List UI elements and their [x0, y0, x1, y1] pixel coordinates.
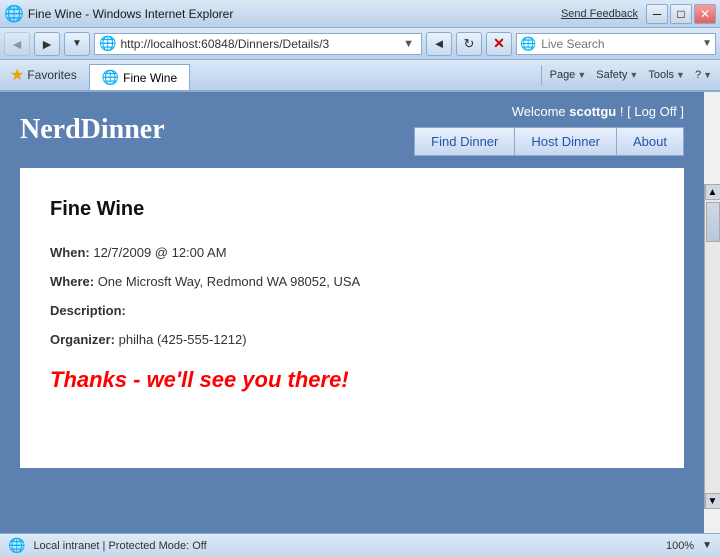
site-header: NerdDinner Welcome scottgu ! [ Log Off ]… — [0, 92, 704, 168]
when-value: 12/7/2009 @ 12:00 AM — [93, 245, 226, 260]
search-dropdown-arrow[interactable]: ▼ — [699, 38, 715, 49]
browser-window: 🌐 Fine Wine - Windows Internet Explorer … — [0, 0, 720, 557]
title-bar: 🌐 Fine Wine - Windows Internet Explorer … — [0, 0, 720, 28]
page-button[interactable]: Page ▼ — [546, 67, 591, 83]
zoom-dropdown-icon[interactable]: ▼ — [702, 540, 712, 551]
ie-search-icon: 🌐 — [517, 36, 539, 52]
navigation-bar: ◄ ► ▼ 🌐 http://localhost:60848/Dinners/D… — [0, 28, 720, 60]
minimize-button[interactable]: ─ — [646, 4, 668, 24]
address-text: http://localhost:60848/Dinners/Details/3 — [120, 37, 400, 51]
when-detail: When: 12/7/2009 @ 12:00 AM — [50, 245, 654, 260]
toolbar: ★ Favorites 🌐 Fine Wine Page ▼ Safety ▼ … — [0, 60, 720, 92]
description-detail: Description: — [50, 303, 654, 318]
about-button[interactable]: About — [616, 127, 684, 156]
page-dropdown-icon: ▼ — [577, 70, 586, 80]
help-label: ? — [695, 69, 701, 81]
host-dinner-button[interactable]: Host Dinner — [515, 127, 616, 156]
tab-bar: 🌐 Fine Wine — [85, 60, 537, 90]
restore-button[interactable]: □ — [670, 4, 692, 24]
address-dropdown-arrow[interactable]: ▼ — [403, 38, 414, 50]
status-right: 100% ▼ — [666, 540, 712, 552]
back-button[interactable]: ◄ — [4, 32, 30, 56]
main-content: Fine Wine When: 12/7/2009 @ 12:00 AM Whe… — [0, 168, 704, 488]
zoom-level: 100% — [666, 540, 694, 552]
favorites-label: Favorites — [27, 68, 76, 82]
tools-dropdown-icon: ▼ — [676, 70, 685, 80]
content-box: Fine Wine When: 12/7/2009 @ 12:00 AM Whe… — [20, 168, 684, 468]
scroll-down-button[interactable]: ▼ — [705, 493, 720, 509]
log-off-link[interactable]: Log Off — [634, 104, 676, 119]
safety-dropdown-icon: ▼ — [629, 70, 638, 80]
tab-icon: 🌐 — [102, 69, 119, 86]
tools-button[interactable]: Tools ▼ — [644, 67, 689, 83]
safety-button[interactable]: Safety ▼ — [592, 67, 642, 83]
scroll-thumb[interactable] — [706, 202, 720, 242]
vertical-scrollbar[interactable]: ▲ ▼ — [704, 184, 720, 509]
window-title: Fine Wine - Windows Internet Explorer — [28, 7, 561, 21]
page-label: Page — [550, 69, 576, 81]
toolbar-separator — [541, 65, 542, 85]
fine-wine-tab[interactable]: 🌐 Fine Wine — [89, 64, 190, 90]
organizer-value: philha (425-555-1212) — [119, 332, 247, 347]
globe-status-icon: 🌐 — [8, 537, 25, 554]
stop-button[interactable]: ✕ — [486, 32, 512, 56]
nav-dropdown-button[interactable]: ▼ — [64, 32, 90, 56]
tools-label: Tools — [648, 69, 674, 81]
site-header-right: Welcome scottgu ! [ Log Off ] Find Dinne… — [414, 104, 684, 156]
description-label: Description: — [50, 303, 126, 318]
organizer-label: Organizer: — [50, 332, 115, 347]
where-value: One Microsft Way, Redmond WA 98052, USA — [98, 274, 361, 289]
site-title: NerdDinner — [20, 114, 165, 146]
when-label: When: — [50, 245, 90, 260]
thanks-message: Thanks - we'll see you there! — [50, 367, 654, 393]
browser-logo-icon: 🌐 — [4, 4, 24, 24]
safety-label: Safety — [596, 69, 627, 81]
address-bar[interactable]: 🌐 http://localhost:60848/Dinners/Details… — [94, 33, 422, 55]
tab-label: Fine Wine — [123, 71, 177, 85]
scroll-up-button[interactable]: ▲ — [705, 184, 720, 200]
refresh-button[interactable]: ↻ — [456, 32, 482, 56]
search-input[interactable] — [539, 37, 699, 51]
site-nav-buttons: Find Dinner Host Dinner About — [414, 127, 684, 156]
send-feedback-link[interactable]: Send Feedback — [561, 8, 638, 20]
forward-button[interactable]: ► — [34, 32, 60, 56]
address-ie-icon: 🌐 — [99, 35, 116, 52]
welcome-text: Welcome — [512, 104, 566, 119]
star-icon: ★ — [10, 65, 24, 85]
search-box[interactable]: 🌐 ▼ — [516, 33, 716, 55]
dinner-title: Fine Wine — [50, 198, 654, 221]
toolbar-right: Page ▼ Safety ▼ Tools ▼ ? ▼ — [546, 67, 716, 83]
favorites-button[interactable]: ★ Favorites — [4, 63, 83, 87]
help-button[interactable]: ? ▼ — [691, 67, 716, 83]
find-dinner-button[interactable]: Find Dinner — [414, 127, 515, 156]
where-detail: Where: One Microsft Way, Redmond WA 9805… — [50, 274, 654, 289]
organizer-detail: Organizer: philha (425-555-1212) — [50, 332, 654, 347]
status-text: Local intranet | Protected Mode: Off — [33, 540, 658, 552]
help-dropdown-icon: ▼ — [703, 70, 712, 80]
web-content: NerdDinner Welcome scottgu ! [ Log Off ]… — [0, 92, 704, 533]
close-button[interactable]: ✕ — [694, 4, 716, 24]
browser-body: ▲ ▼ NerdDinner Welcome scottgu ! [ Log O… — [0, 92, 720, 533]
welcome-message: Welcome scottgu ! [ Log Off ] — [512, 104, 684, 119]
go-back-button[interactable]: ◄ — [426, 32, 452, 56]
username: scottgu — [569, 104, 616, 119]
where-label: Where: — [50, 274, 94, 289]
status-bar: 🌐 Local intranet | Protected Mode: Off 1… — [0, 533, 720, 557]
